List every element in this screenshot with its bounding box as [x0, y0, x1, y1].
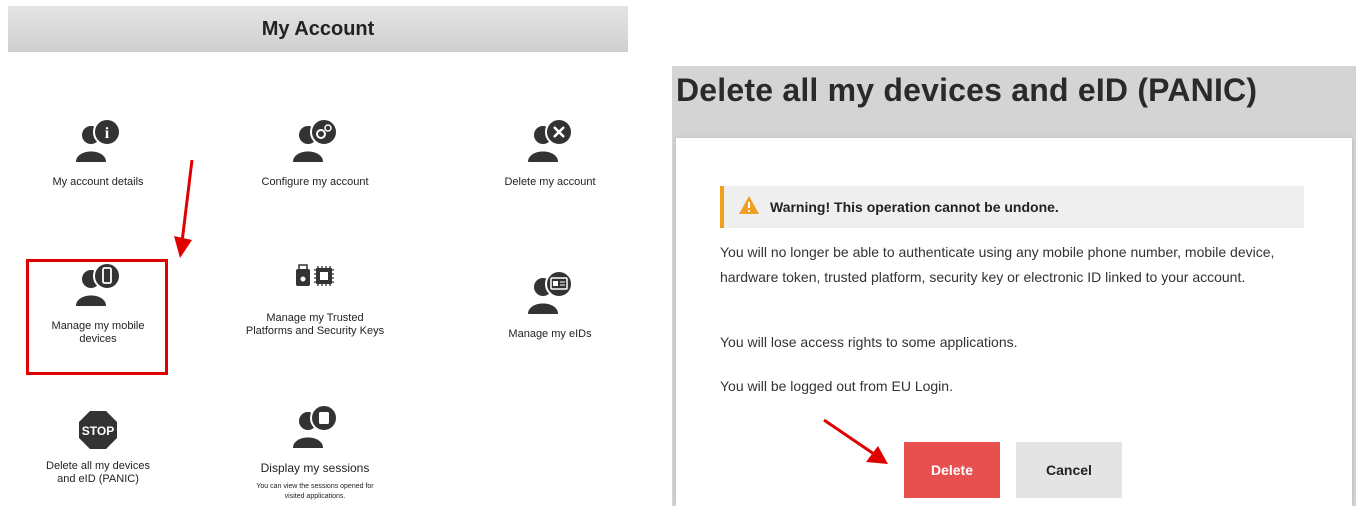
panic-paragraph: You will no longer be able to authentica… [720, 244, 1275, 285]
warning-text: Warning! This operation cannot be undone… [770, 199, 1059, 215]
warning-box: Warning! This operation cannot be undone… [720, 186, 1304, 228]
tile-manage-my-eids[interactable]: Manage my eIDs [480, 262, 620, 372]
panic-panel: Delete all my devices and eID (PANIC) Wa… [672, 66, 1356, 506]
warning-triangle-icon [738, 195, 760, 220]
tile-label: Manage my eIDs [508, 328, 592, 340]
user-gear-icon [291, 118, 339, 167]
tile-delete-all-devices-panic[interactable]: STOP Delete all my devices and eID (PANI… [28, 410, 168, 500]
tile-label: My account details [52, 176, 144, 188]
my-account-title: My Account [261, 17, 375, 40]
delete-button[interactable]: Delete [904, 442, 1000, 498]
panic-paragraph: You will lose access rights to some appl… [720, 334, 1018, 350]
red-arrow-icon [823, 418, 888, 464]
my-account-header: My Account [8, 6, 628, 52]
user-eid-icon [526, 270, 574, 319]
tile-sublabel: You can view the sessions opened for vis… [256, 483, 374, 500]
tile-label: Delete all my devices and eID (PANIC) [46, 460, 150, 485]
tile-my-account-details[interactable]: i My account details [28, 118, 168, 198]
tile-manage-trusted-platforms[interactable]: Manage my Trusted Platforms and Security… [245, 262, 385, 372]
panic-title: Delete all my devices and eID (PANIC) [676, 72, 1258, 108]
highlight-box [26, 259, 168, 375]
red-arrow-icon [174, 159, 194, 258]
svg-text:i: i [105, 125, 110, 142]
user-delete-icon [526, 118, 574, 167]
tile-delete-my-account[interactable]: Delete my account [480, 118, 620, 198]
tile-label: Configure my account [261, 176, 369, 188]
tile-configure-my-account[interactable]: Configure my account [245, 118, 385, 198]
user-session-icon [291, 404, 339, 453]
tile-label: Manage my Trusted Platforms and Security… [245, 312, 385, 337]
tile-label: Display my sessions [260, 461, 370, 475]
cancel-button[interactable]: Cancel [1016, 442, 1122, 498]
user-info-icon: i [74, 118, 122, 167]
panic-paragraph: You will be logged out from EU Login. [720, 378, 953, 394]
panic-card: Warning! This operation cannot be undone… [676, 138, 1352, 506]
tile-label: Delete my account [504, 176, 596, 188]
stop-sign-text: STOP [82, 424, 114, 438]
my-account-panel: My Account i My account details Configur… [0, 0, 628, 506]
stop-sign-icon: STOP [78, 410, 118, 455]
security-key-chip-icon [295, 264, 335, 293]
tile-display-my-sessions[interactable]: Display my sessions You can view the ses… [245, 404, 385, 504]
